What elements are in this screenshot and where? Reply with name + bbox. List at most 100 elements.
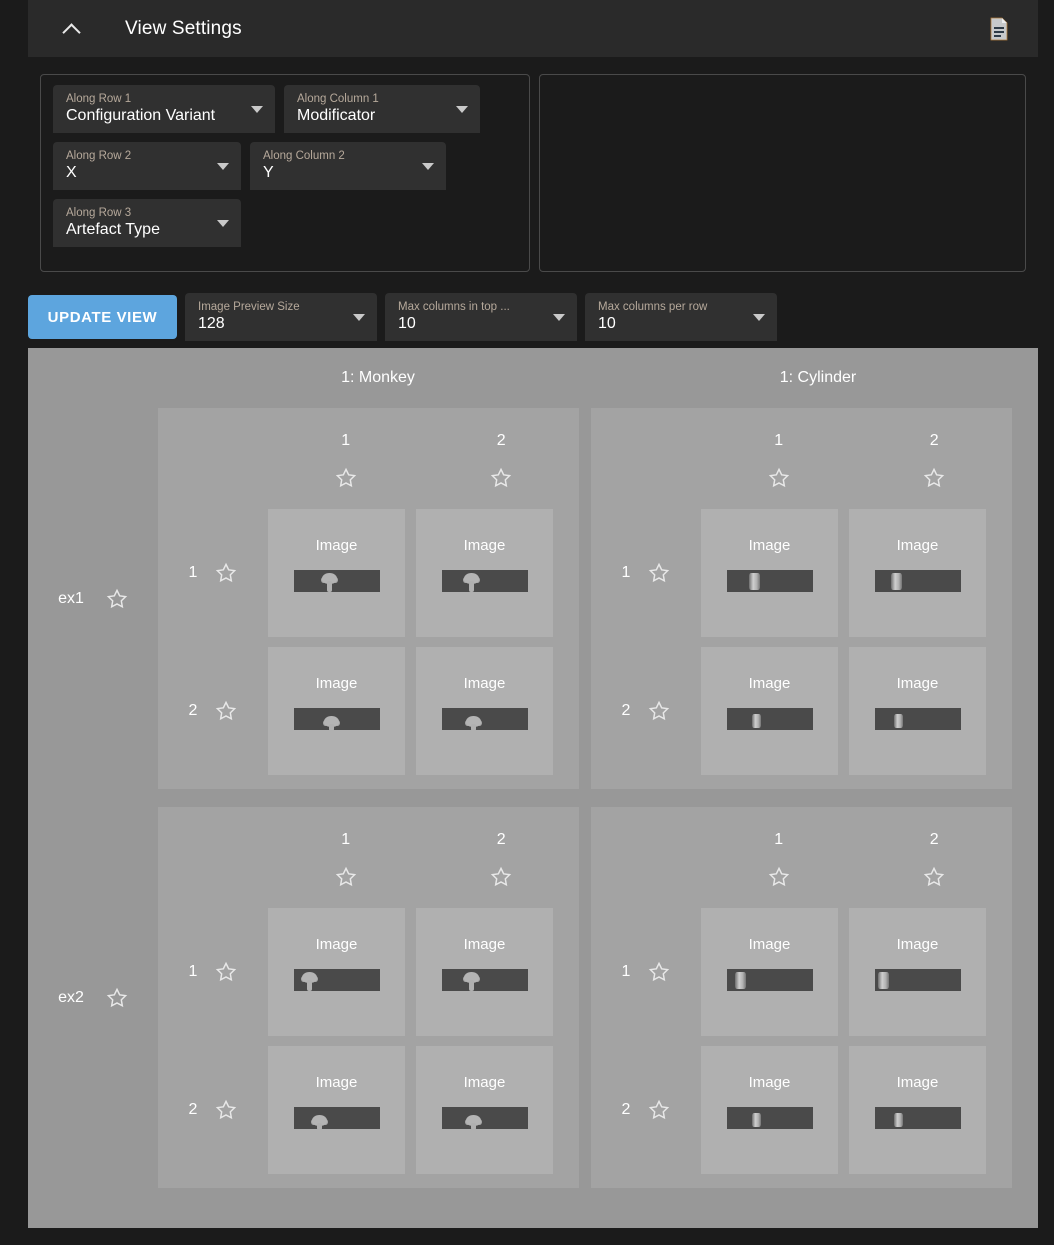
image-cell-label: Image [315,1074,358,1091]
image-cell[interactable]: Image [416,908,553,1036]
image-cell-label: Image [748,936,791,953]
image-grid-viewer[interactable]: 1: Monkey 1: Cylinder ex1 1 2 1 Image Im… [28,348,1038,1228]
image-thumbnail [293,1107,380,1129]
cell-row-label: 2 [591,647,701,775]
select-value: 10 [598,315,616,332]
image-cell[interactable]: Image [701,1046,838,1174]
image-thumbnail [441,1107,528,1129]
group-column-headers: 1 2 [158,408,579,450]
image-preview-size-select[interactable]: Image Preview Size 128 [185,293,377,341]
image-cell[interactable]: Image [701,509,838,637]
select-value: 10 [398,315,416,332]
image-cell[interactable]: Image [416,647,553,775]
image-cell[interactable]: Image [268,908,405,1036]
preview-area [539,74,1026,272]
star-outline-icon[interactable] [490,866,512,888]
group-column-header: 1 [774,432,784,449]
group-column-stars [158,849,579,908]
axis-assignment-box: Along Row 1 Configuration Variant Along … [40,74,530,272]
group-column-header: 1 [341,831,351,848]
star-outline-icon[interactable] [923,467,945,489]
max-columns-top-select[interactable]: Max columns in top ... 10 [385,293,577,341]
cell-row-label-text: 1 [188,564,198,581]
star-outline-icon[interactable] [490,467,512,489]
grid-row-ex1: ex1 1 2 1 Image Image 2 Image Image 1 2 … [28,408,1038,789]
cell-row-label-text: 1 [621,963,631,980]
group-column-header: 2 [496,831,506,848]
select-label: Max columns per row [598,301,708,313]
select-along-column-2[interactable]: Along Column 2 Y [250,142,446,190]
star-outline-icon[interactable] [106,588,128,610]
image-thumbnail [293,570,380,592]
image-thumbnail [726,570,813,592]
row-label-text: ex1 [58,589,84,607]
star-outline-icon[interactable] [335,866,357,888]
image-thumbnail [874,708,961,730]
cell-row-label: 1 [158,509,268,637]
update-view-button[interactable]: UPDATE VIEW [28,295,177,339]
select-along-row-1[interactable]: Along Row 1 Configuration Variant [53,85,275,133]
cell-row-label-text: 2 [621,1101,631,1118]
image-cell-label: Image [748,675,791,692]
select-along-column-1[interactable]: Along Column 1 Modificator [284,85,480,133]
cell-row-label: 1 [591,509,701,637]
cell-row: 1 Image Image [591,509,1012,637]
group-column-header: 2 [929,831,939,848]
star-outline-icon[interactable] [648,961,670,983]
view-settings-header: View Settings [28,0,1038,57]
star-outline-icon[interactable] [648,562,670,584]
group-column-headers: 1 2 [591,408,1012,450]
max-columns-per-row-select[interactable]: Max columns per row 10 [585,293,777,341]
select-value: Configuration Variant [66,107,216,124]
image-cell[interactable]: Image [849,647,986,775]
select-along-row-3[interactable]: Along Row 3 Artefact Type [53,199,241,247]
chevron-up-icon [64,24,79,33]
cell-row-label-text: 2 [188,1101,198,1118]
select-value: Modificator [297,107,376,124]
image-thumbnail [441,570,528,592]
star-outline-icon[interactable] [215,1099,237,1121]
image-cell-label: Image [748,1074,791,1091]
star-outline-icon[interactable] [215,961,237,983]
collapse-panel-button[interactable] [50,8,92,50]
star-outline-icon[interactable] [923,866,945,888]
star-outline-icon[interactable] [768,467,790,489]
select-label: Along Row 2 [66,150,132,162]
document-icon[interactable] [986,14,1012,44]
star-outline-icon[interactable] [335,467,357,489]
cell-row-label: 2 [591,1046,701,1174]
image-cell[interactable]: Image [849,908,986,1036]
image-cell-label: Image [748,537,791,554]
select-along-row-2[interactable]: Along Row 2 X [53,142,241,190]
image-cell[interactable]: Image [268,509,405,637]
star-outline-icon[interactable] [648,1099,670,1121]
star-outline-icon[interactable] [768,866,790,888]
cell-row-label: 2 [158,647,268,775]
image-cell-label: Image [896,675,939,692]
group-column-stars [158,450,579,509]
image-cell[interactable]: Image [849,509,986,637]
top-column-header: 1: Cylinder [779,369,857,386]
star-outline-icon[interactable] [215,562,237,584]
image-thumbnail [874,1107,961,1129]
select-label: Max columns in top ... [398,301,510,313]
image-cell[interactable]: Image [701,647,838,775]
cell-row: 1 Image Image [158,908,579,1036]
image-cell[interactable]: Image [849,1046,986,1174]
top-column-header: 1: Monkey [341,369,415,386]
image-cell[interactable]: Image [701,908,838,1036]
image-cell[interactable]: Image [268,647,405,775]
image-thumbnail [293,969,380,991]
group-monkey-ex2: 1 2 1 Image Image 2 Image Image [158,807,579,1188]
row-label-text: ex2 [58,988,84,1006]
select-label: Along Row 3 [66,207,132,219]
cell-row-label-text: 1 [621,564,631,581]
star-outline-icon[interactable] [106,987,128,1009]
group-cylinder-ex1: 1 2 1 Image Image 2 Image Image [591,408,1012,789]
star-outline-icon[interactable] [215,700,237,722]
image-cell[interactable]: Image [416,509,553,637]
star-outline-icon[interactable] [648,700,670,722]
select-value: Artefact Type [66,221,160,238]
image-cell[interactable]: Image [416,1046,553,1174]
image-cell[interactable]: Image [268,1046,405,1174]
